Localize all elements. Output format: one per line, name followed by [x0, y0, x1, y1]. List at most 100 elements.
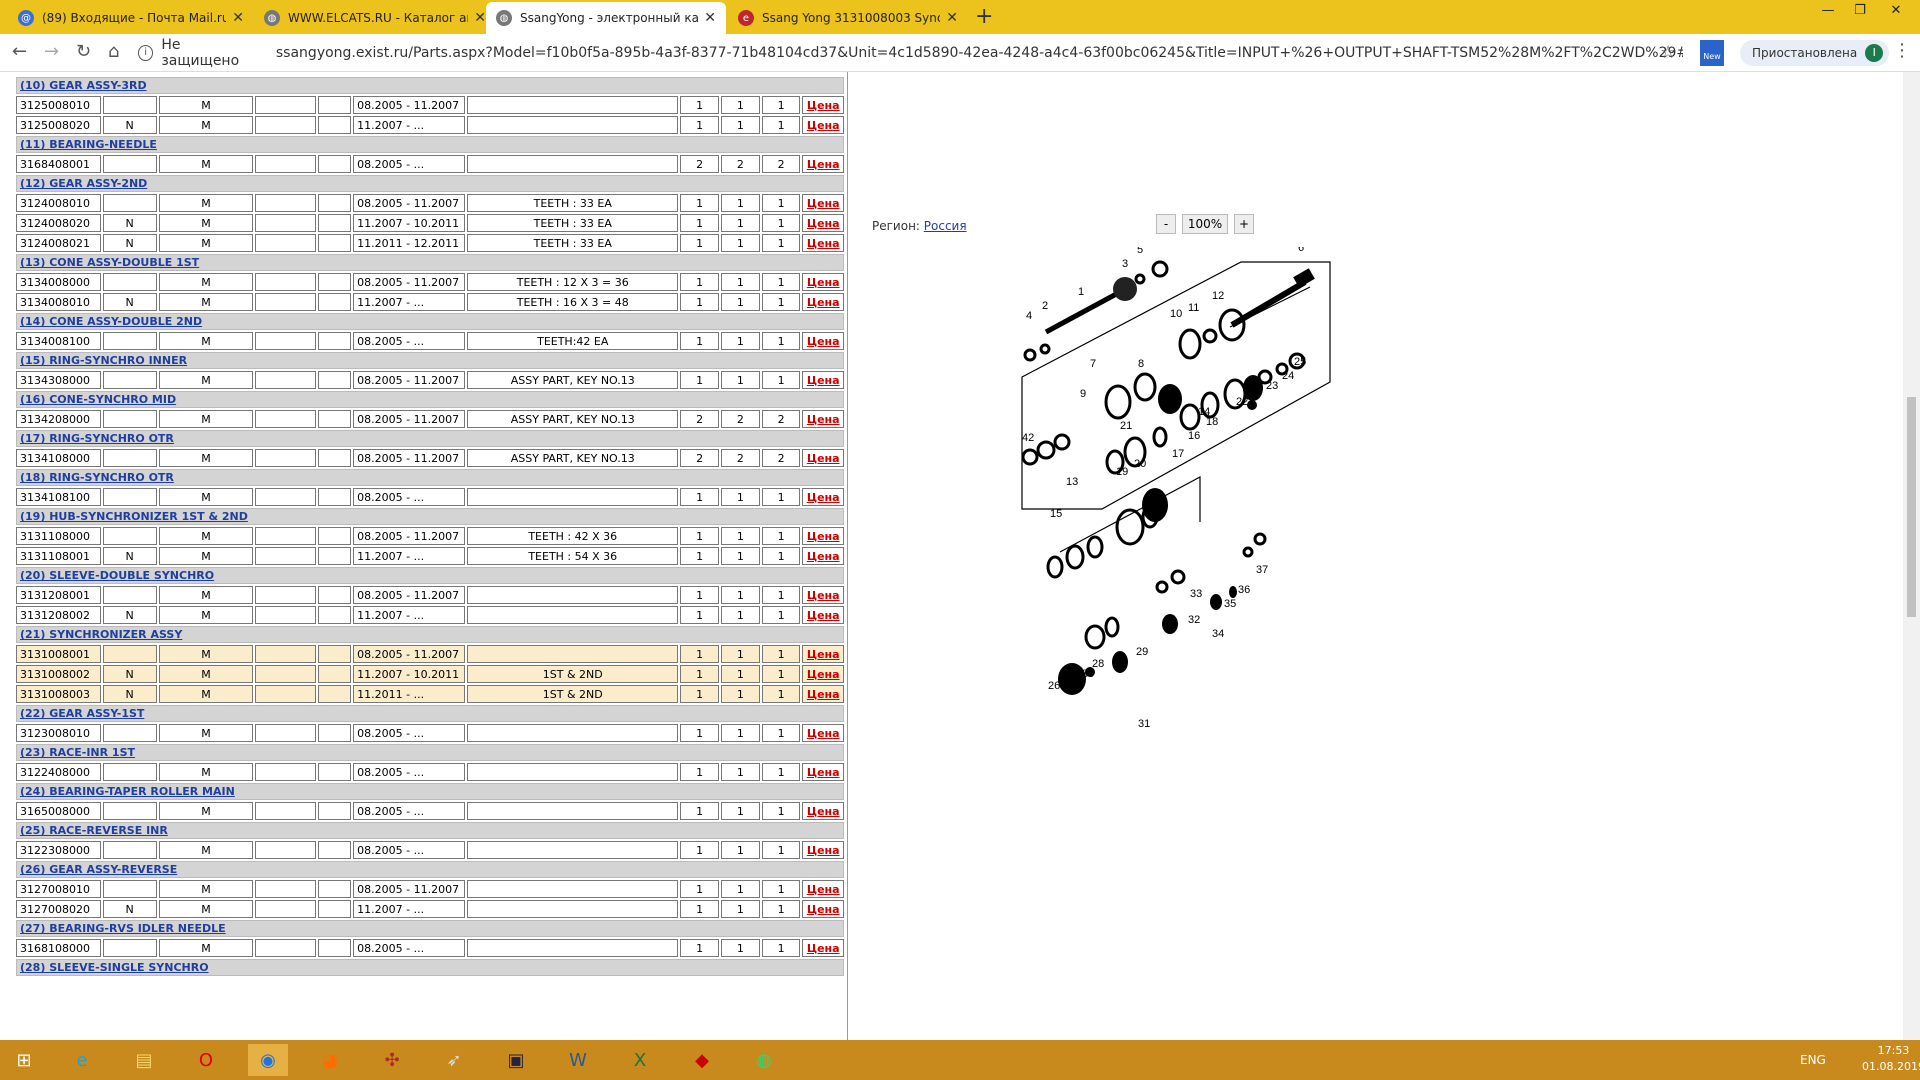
callout-label[interactable]: 11	[1188, 302, 1199, 314]
part-row[interactable]: 3131108000 M 08.2005 - 11.2007 TEETH : 42 X…	[16, 527, 844, 545]
vertical-scrollbar[interactable]	[1903, 72, 1920, 1040]
part-row[interactable]: 3134108100 M 08.2005 - ... 1 1 1 Цена	[16, 488, 844, 506]
part-row[interactable]: 3134008100 M 08.2005 - ... TEETH:42 EA 1 1 1 Це…	[16, 332, 844, 350]
part-row[interactable]: 3131208001 M 08.2005 - 11.2007 1 1 1 Цена	[16, 586, 844, 604]
callout-label[interactable]: 32	[1188, 614, 1200, 626]
price-link[interactable]: Цена	[802, 96, 844, 114]
price-link[interactable]: Цена	[802, 763, 844, 781]
price-link[interactable]: Цена	[802, 116, 844, 134]
part-row[interactable]: 3134108000 M 08.2005 - 11.2007 ASSY PART, K…	[16, 449, 844, 467]
menu-icon[interactable]: ⋮	[1893, 40, 1911, 61]
callout-label[interactable]: 36	[1238, 584, 1250, 596]
globe-app-icon[interactable]: ◍	[744, 1044, 784, 1076]
reload-icon[interactable]: ↻	[76, 41, 91, 62]
part-row[interactable]: 3134208000 M 08.2005 - 11.2007 ASSY PART, K…	[16, 410, 844, 428]
price-link[interactable]: Цена	[802, 332, 844, 350]
callout-label[interactable]: 3	[1122, 258, 1128, 270]
excel-icon[interactable]: X	[620, 1044, 660, 1076]
price-link[interactable]: Цена	[802, 527, 844, 545]
callout-label[interactable]: 29	[1136, 646, 1148, 658]
tab-mail[interactable]: @ (89) Входящие - Почта Mail.ru ✕	[8, 2, 254, 34]
price-link[interactable]: Цена	[802, 449, 844, 467]
tab-exist[interactable]: e Ssang Yong 3131008003 Synchro ✕	[728, 2, 968, 34]
price-link[interactable]: Цена	[802, 273, 844, 291]
price-link[interactable]: Цена	[802, 214, 844, 232]
group-title-link[interactable]: (20) SLEEVE-DOUBLE SYNCHRO	[20, 569, 214, 582]
firefox-icon[interactable]: ◕	[310, 1044, 350, 1076]
forward-icon[interactable]: →	[44, 41, 59, 62]
price-link[interactable]: Цена	[802, 371, 844, 389]
close-icon[interactable]: ✕	[704, 10, 716, 26]
file-explorer-icon[interactable]: ▤	[124, 1044, 164, 1076]
callout-label[interactable]: 6	[1298, 247, 1304, 254]
group-title-link[interactable]: (19) HUB-SYNCHRONIZER 1ST & 2ND	[20, 510, 248, 523]
part-row[interactable]: 3168108000 M 08.2005 - ... 1 1 1 Цена	[16, 939, 844, 957]
callout-label[interactable]: 19	[1116, 466, 1128, 478]
price-link[interactable]: Цена	[802, 606, 844, 624]
price-link[interactable]: Цена	[802, 880, 844, 898]
tab-ssangyong-active[interactable]: ◍ SsangYong - электронный ката ✕	[486, 2, 726, 34]
part-row[interactable]: 3131008002 N M 11.2007 - 10.2011 1ST & 2ND 1 1…	[16, 665, 844, 683]
feather-icon[interactable]: ➶	[434, 1044, 474, 1076]
callout-label[interactable]: 10	[1170, 308, 1182, 320]
back-icon[interactable]: ←	[12, 41, 27, 62]
part-row[interactable]: 3125008010 M 08.2005 - 11.2007 1 1 1 Цена	[16, 96, 844, 114]
callout-label[interactable]: 31	[1138, 718, 1150, 730]
callout-label[interactable]: 20	[1134, 458, 1146, 470]
close-icon[interactable]: ✕	[474, 10, 486, 26]
new-tab-icon[interactable]: +	[975, 4, 993, 29]
part-row[interactable]: 3122308000 M 08.2005 - ... 1 1 1 Цена	[16, 841, 844, 859]
url-text[interactable]: ssangyong.exist.ru/Parts.aspx?Model=f10b…	[276, 45, 1683, 61]
part-row[interactable]: 3165008000 M 08.2005 - ... 1 1 1 Цена	[16, 802, 844, 820]
callout-label[interactable]: 9	[1080, 388, 1086, 400]
close-icon[interactable]: ✕	[232, 10, 244, 26]
callout-label[interactable]: 35	[1224, 598, 1236, 610]
group-title-link[interactable]: (10) GEAR ASSY-3RD	[20, 79, 147, 92]
part-row[interactable]: 3124008010 M 08.2005 - 11.2007 TEETH : 33 E…	[16, 194, 844, 212]
price-link[interactable]: Цена	[802, 685, 844, 703]
region-link[interactable]: Россия	[924, 219, 967, 233]
part-row[interactable]: 3131208002 N M 11.2007 - ... 1 1 1 Цена	[16, 606, 844, 624]
callout-label[interactable]: 26	[1048, 680, 1060, 692]
price-link[interactable]: Цена	[802, 293, 844, 311]
callout-label[interactable]: 18	[1206, 416, 1218, 428]
part-row[interactable]: 3131108001 N M 11.2007 - ... TEETH : 54 X 36…	[16, 547, 844, 565]
callout-label[interactable]: 12	[1212, 290, 1224, 302]
callout-label[interactable]: 30	[1082, 668, 1094, 680]
group-title-link[interactable]: (28) SLEEVE-SINGLE SYNCHRO	[20, 961, 209, 974]
part-row[interactable]: 3168408001 M 08.2005 - ... 2 2 2 Цена	[16, 155, 844, 173]
word-icon[interactable]: W	[558, 1044, 598, 1076]
group-title-link[interactable]: (24) BEARING-TAPER ROLLER MAIN	[20, 785, 235, 798]
callout-label[interactable]: 2	[1042, 300, 1048, 312]
price-link[interactable]: Цена	[802, 645, 844, 663]
address-bar[interactable]: i Не защищено ssangyong.exist.ru/Parts.a…	[138, 37, 1683, 69]
part-row[interactable]: 3131008001 M 08.2005 - 11.2007 1 1 1 Цена	[16, 645, 844, 663]
profile-paused-button[interactable]: Приостановлена I	[1740, 40, 1890, 66]
callout-label[interactable]: 25	[1294, 356, 1306, 368]
part-row[interactable]: 3134308000 M 08.2005 - 11.2007 ASSY PART, K…	[16, 371, 844, 389]
callout-label[interactable]: 21	[1120, 420, 1132, 432]
callout-label[interactable]: 23	[1266, 380, 1278, 392]
callout-label[interactable]: 16	[1188, 430, 1200, 442]
zoom-out-button[interactable]: -	[1156, 214, 1176, 234]
close-window-icon[interactable]: ✕	[1876, 0, 1916, 30]
part-row[interactable]: 3127008020 N M 11.2007 - ... 1 1 1 Цена	[16, 900, 844, 918]
callout-label[interactable]: 27	[1066, 678, 1078, 690]
price-link[interactable]: Цена	[802, 802, 844, 820]
internet-explorer-icon[interactable]: e	[62, 1044, 102, 1076]
part-row[interactable]: 3124008020 N M 11.2007 - 10.2011 TEETH : 33 …	[16, 214, 844, 232]
group-title-link[interactable]: (27) BEARING-RVS IDLER NEEDLE	[20, 922, 226, 935]
app-icon[interactable]: ✣	[372, 1044, 412, 1076]
exploded-parts-diagram[interactable]: 12345 67 8910 11121314151617181920212223242…	[1010, 247, 1430, 807]
info-icon[interactable]: i	[138, 45, 154, 61]
price-link[interactable]: Цена	[802, 586, 844, 604]
opera-icon[interactable]: O	[186, 1044, 226, 1076]
part-row[interactable]: 3134008010 N M 11.2007 - ... TEETH : 16 X 3 …	[16, 293, 844, 311]
pdf-icon[interactable]: ◆	[682, 1044, 722, 1076]
scrollbar-thumb[interactable]	[1907, 397, 1916, 617]
part-row[interactable]: 3125008020 N M 11.2007 - ... 1 1 1 Цена	[16, 116, 844, 134]
price-link[interactable]: Цена	[802, 194, 844, 212]
part-row[interactable]: 3124008021 N M 11.2011 - 12.2011 TEETH : 33 …	[16, 234, 844, 252]
callout-label[interactable]: 33	[1190, 588, 1202, 600]
part-row[interactable]: 3123008010 M 08.2005 - ... 1 1 1 Цена	[16, 724, 844, 742]
